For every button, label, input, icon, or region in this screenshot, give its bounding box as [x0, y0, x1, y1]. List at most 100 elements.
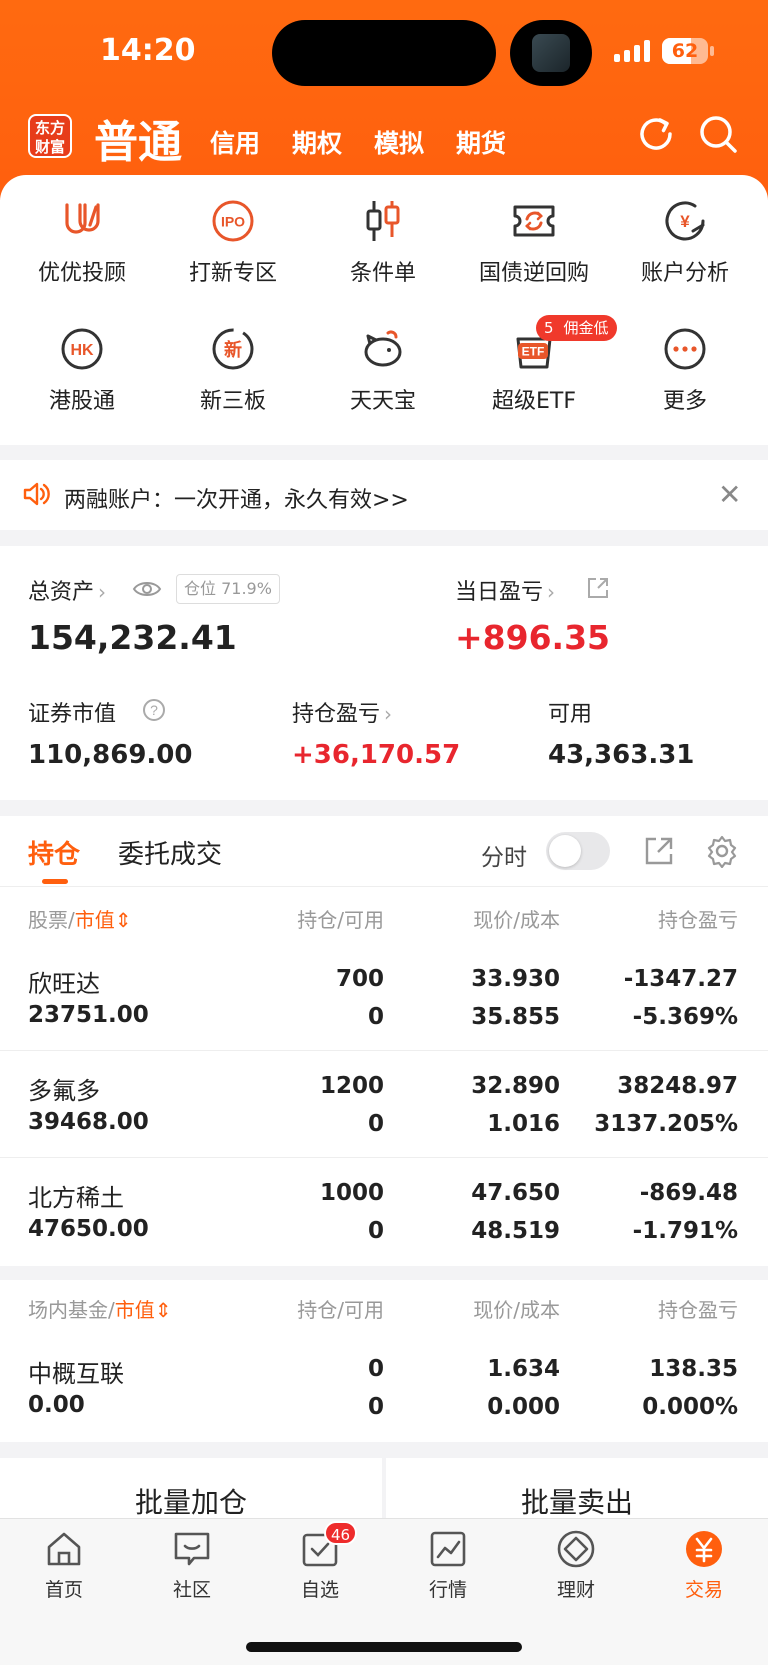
- sort-market-value[interactable]: 市值⇕: [115, 1298, 172, 1322]
- table-row[interactable]: 多氟多 39468.00 1200 0 32.890 1.016 38248.9…: [0, 1071, 768, 1177]
- svg-text:HK: HK: [70, 342, 94, 359]
- table-row[interactable]: 欣旺达 23751.00 700 0 33.930 35.855 -1347.2…: [0, 964, 768, 1070]
- stock-cost: 48.519: [471, 1218, 560, 1244]
- shortcut-more[interactable]: 更多: [610, 325, 760, 415]
- promo-count: 5: [544, 319, 554, 337]
- tab-trade[interactable]: 交易: [640, 1529, 768, 1602]
- header-pnl: 持仓盈亏: [658, 1298, 738, 1322]
- total-assets-value: 154,232.41: [28, 618, 237, 657]
- watchlist-badge: 46: [324, 1521, 358, 1545]
- stock-qty: 1000: [319, 1180, 384, 1206]
- share-icon[interactable]: [586, 576, 610, 600]
- batch-sell-label: 批量卖出: [520, 1486, 633, 1518]
- eye-icon[interactable]: [132, 576, 162, 602]
- fund-available: 0: [367, 1394, 384, 1420]
- fenshi-label: 分时: [481, 845, 527, 871]
- hk-icon: HK: [58, 325, 106, 373]
- refresh-icon[interactable]: [634, 112, 678, 156]
- stock-market-value: 39468.00: [28, 1109, 149, 1135]
- stock-qty: 700: [335, 966, 384, 992]
- svg-text:¥: ¥: [680, 212, 690, 231]
- stock-pnl: 38248.97: [617, 1073, 738, 1099]
- fund-cost: 0.000: [487, 1394, 560, 1420]
- stock-pnl-pct: 3137.205%: [594, 1111, 738, 1137]
- position-ratio-tag: 仓位 71.9%: [176, 574, 280, 604]
- stock-price: 33.930: [471, 966, 560, 992]
- account-analysis-icon: ¥: [661, 197, 709, 245]
- settings-icon[interactable]: [705, 834, 739, 869]
- market-value-text: 证券市值: [28, 702, 117, 727]
- sort-icon: ⇕: [114, 908, 132, 932]
- shortcut-condition[interactable]: 条件单: [308, 197, 458, 287]
- stock-cost: 1.016: [487, 1111, 560, 1137]
- notice-text[interactable]: 两融账户：一次开通，永久有效>>: [64, 482, 409, 514]
- tab-credit[interactable]: 信用: [210, 124, 260, 160]
- header-fund: 场内基金: [28, 1298, 108, 1322]
- table-row[interactable]: 北方稀土 47650.00 1000 0 47.650 48.519 -869.…: [0, 1178, 768, 1284]
- shortcut-label: 优优投顾: [37, 261, 126, 286]
- chevron-right-icon: ›: [384, 702, 393, 726]
- stock-name: 北方稀土: [28, 1184, 124, 1212]
- tab-label: 行情: [428, 1579, 467, 1601]
- shortcut-label: 新三板: [199, 389, 266, 414]
- shortcut-tiantianbao[interactable]: 天天宝: [308, 325, 458, 415]
- fund-table-header: 场内基金/市值⇕ 持仓/可用 现价/成本 持仓盈亏: [0, 1294, 768, 1324]
- tab-simulation[interactable]: 模拟: [374, 124, 424, 160]
- shortcut-label: 打新专区: [188, 261, 277, 286]
- fund-qty: 0: [367, 1356, 384, 1382]
- svg-text:新: 新: [224, 339, 242, 361]
- tab-futures[interactable]: 期货: [456, 124, 506, 160]
- close-icon[interactable]: ✕: [718, 478, 741, 511]
- batch-sell-button[interactable]: 批量卖出: [386, 1458, 768, 1518]
- export-icon[interactable]: [642, 834, 676, 868]
- shortcut-neeq[interactable]: 新 新三板: [158, 325, 308, 415]
- total-assets-label[interactable]: 总资产 ›: [28, 574, 106, 606]
- hold-pnl-value: +36,170.57: [292, 740, 461, 770]
- community-icon: [172, 1529, 212, 1569]
- fund-pnl-pct: 0.000%: [642, 1394, 738, 1420]
- fund-market-value: 0.00: [28, 1392, 85, 1418]
- tab-label: 首页: [44, 1579, 83, 1601]
- stock-pnl-pct: -5.369%: [632, 1004, 738, 1030]
- tab-home[interactable]: 首页: [0, 1529, 128, 1602]
- shortcut-label: 港股通: [48, 389, 115, 414]
- shortcut-bond-repo[interactable]: 国债逆回购: [459, 197, 609, 287]
- stock-name: 多氟多: [28, 1077, 100, 1105]
- shortcut-label: 更多: [662, 389, 707, 414]
- youyou-icon: [58, 197, 106, 245]
- shortcut-hk-connect[interactable]: HK 港股通: [7, 325, 157, 415]
- table-row[interactable]: 中概互联 0.00 0 0 1.634 0.000 138.35 0.000%: [0, 1354, 768, 1460]
- tab-label: 理财: [556, 1579, 595, 1601]
- stock-table-header: 股票/市值⇕ 持仓/可用 现价/成本 持仓盈亏: [0, 904, 768, 934]
- daily-pnl-label[interactable]: 当日盈亏 ›: [455, 574, 555, 606]
- shortcut-account-analysis[interactable]: ¥ 账户分析: [610, 197, 760, 287]
- stock-market-value: 47650.00: [28, 1216, 149, 1242]
- batch-add-button[interactable]: 批量加仓: [0, 1458, 382, 1518]
- signal-icon: [614, 40, 650, 62]
- speaker-icon: [22, 480, 50, 508]
- home-indicator: [246, 1642, 522, 1652]
- tab-watchlist[interactable]: 46 自选: [256, 1521, 384, 1602]
- notice-bar[interactable]: 两融账户：一次开通，永久有效>> ✕: [0, 460, 768, 530]
- shortcut-label: 天天宝: [349, 389, 416, 414]
- tab-positions[interactable]: 持仓: [28, 834, 80, 871]
- tab-community[interactable]: 社区: [128, 1529, 256, 1602]
- tab-normal[interactable]: 普通: [94, 106, 182, 170]
- tab-market[interactable]: 行情: [384, 1529, 512, 1602]
- shortcut-youyou[interactable]: 优优投顾: [7, 197, 157, 287]
- tab-orders[interactable]: 委托成交: [118, 834, 222, 871]
- fenshi-toggle[interactable]: [546, 832, 610, 870]
- shortcut-ipo[interactable]: IPO 打新专区: [158, 197, 308, 287]
- market-value: 110,869.00: [28, 740, 193, 770]
- tab-wealth[interactable]: 理财: [512, 1529, 640, 1602]
- more-icon: [661, 325, 709, 373]
- help-icon[interactable]: ?: [142, 698, 166, 722]
- search-icon[interactable]: [696, 112, 740, 156]
- live-activity: [510, 20, 592, 86]
- funds-panel: 场内基金/市值⇕ 持仓/可用 现价/成本 持仓盈亏 中概互联 0.00 0 0 …: [0, 1280, 768, 1442]
- hold-pnl-label[interactable]: 持仓盈亏 ›: [292, 696, 392, 728]
- battery-icon: 62: [662, 38, 708, 64]
- tab-options[interactable]: 期权: [292, 124, 342, 160]
- promo-text: 佣金低: [563, 319, 609, 337]
- sort-market-value[interactable]: 市值⇕: [75, 908, 132, 932]
